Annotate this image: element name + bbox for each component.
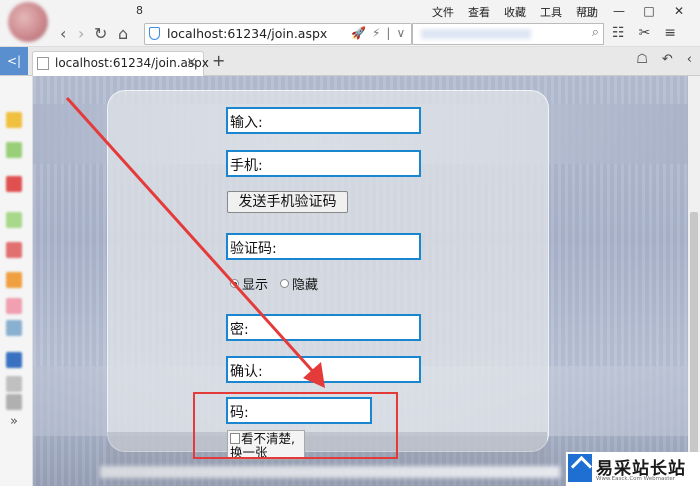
user-avatar[interactable] bbox=[8, 2, 48, 42]
watermark: 易采站长站 Www.Easck.Com Webmaster bbox=[566, 452, 700, 486]
menu-favorites[interactable]: 收藏 bbox=[504, 4, 526, 20]
tab-close-icon[interactable]: × bbox=[186, 55, 197, 70]
new-tab-button[interactable]: + bbox=[212, 51, 225, 70]
maximize-button[interactable]: □ bbox=[634, 2, 664, 20]
toolbar-right: ☷ ✂ ≡ bbox=[612, 25, 676, 41]
tab-bar-tools: ☖ ↶ ‹ bbox=[636, 52, 692, 67]
search-engine-logo bbox=[421, 29, 531, 39]
circle-app-icon[interactable] bbox=[6, 320, 22, 336]
input-field[interactable]: 输入: bbox=[226, 107, 421, 134]
skin-icon[interactable]: □ bbox=[574, 2, 604, 20]
home-icon[interactable]: ⌂ bbox=[118, 24, 128, 44]
window-controls: □ — □ ✕ bbox=[574, 2, 694, 20]
visibility-options: 显示 隐藏 bbox=[230, 274, 318, 293]
page-icon bbox=[37, 57, 49, 70]
password-label: 密: bbox=[230, 322, 249, 338]
leaf-icon[interactable] bbox=[6, 142, 22, 158]
confirm-password-field[interactable]: 确认: bbox=[226, 356, 421, 383]
sidebar-toggle-button[interactable]: <| bbox=[0, 47, 28, 75]
scissors-icon[interactable]: ✂ bbox=[639, 25, 651, 41]
password-field[interactable]: 密: bbox=[226, 314, 421, 341]
page-content: 输入: 手机: 发送手机验证码 验证码: 显示 隐藏 密: 确认: 码: 看不清… bbox=[33, 76, 688, 486]
multi-color-icon[interactable] bbox=[6, 272, 22, 288]
undo-icon[interactable]: ↶ bbox=[662, 52, 673, 67]
watermark-subtext: Www.Easck.Com Webmaster bbox=[596, 476, 676, 482]
nav-bar: ‹ › ↻ ⌂ localhost:61234/join.aspx 🚀 ⚡ | … bbox=[0, 22, 700, 47]
divider: | bbox=[386, 26, 391, 40]
close-button[interactable]: ✕ bbox=[664, 2, 694, 20]
menu-icon[interactable]: ≡ bbox=[664, 25, 676, 41]
phone-field[interactable]: 手机: bbox=[226, 150, 421, 177]
apps-icon[interactable]: ☷ bbox=[612, 25, 625, 41]
chevron-down-icon[interactable]: ∨ bbox=[396, 26, 405, 40]
sms-code-field[interactable]: 验证码: bbox=[226, 233, 421, 260]
show-radio[interactable] bbox=[230, 279, 239, 288]
title-bar: 8 文件 查看 收藏 工具 帮助 □ — □ ✕ bbox=[0, 0, 700, 22]
send-sms-button[interactable]: 发送手机验证码 bbox=[227, 191, 348, 213]
folder-icon[interactable] bbox=[6, 112, 22, 128]
forward-button[interactable]: › bbox=[78, 24, 84, 44]
vertical-scrollbar[interactable] bbox=[688, 76, 700, 486]
search-icon[interactable]: ⌕ bbox=[592, 25, 599, 40]
pink-app-icon[interactable] bbox=[6, 298, 22, 314]
search-input[interactable]: ⌕ bbox=[412, 23, 604, 45]
status-bar-blurred bbox=[100, 466, 560, 478]
sms-code-label: 验证码: bbox=[230, 241, 277, 257]
show-option-label: 显示 bbox=[242, 278, 269, 293]
sidebar-more-icon[interactable]: » bbox=[10, 414, 18, 429]
rocket-icon[interactable]: 🚀 bbox=[351, 26, 366, 40]
red-app-icon-2[interactable] bbox=[6, 242, 22, 258]
menu-view[interactable]: 查看 bbox=[468, 4, 490, 20]
green-app-icon[interactable] bbox=[6, 212, 22, 228]
shield-icon bbox=[149, 27, 160, 40]
hide-radio[interactable] bbox=[280, 279, 290, 288]
tab-join-aspx[interactable]: localhost:61234/join.aspx × bbox=[32, 51, 209, 76]
input-label: 输入: bbox=[230, 115, 263, 131]
hide-option-label: 隐藏 bbox=[292, 278, 319, 293]
minimize-button[interactable]: — bbox=[604, 2, 634, 20]
tab-list-icon[interactable]: ‹ bbox=[687, 52, 692, 67]
url-text[interactable]: localhost:61234/join.aspx bbox=[167, 26, 327, 41]
reload-icon[interactable]: ↻ bbox=[94, 24, 107, 44]
sidebar: » bbox=[0, 76, 33, 486]
phone-label: 手机: bbox=[230, 158, 263, 174]
tab-count: 8 bbox=[136, 4, 143, 17]
menu-file[interactable]: 文件 bbox=[432, 4, 454, 20]
note-icon[interactable] bbox=[6, 376, 22, 392]
back-button[interactable]: ‹ bbox=[60, 24, 66, 44]
watermark-logo bbox=[568, 454, 592, 482]
address-bar[interactable]: localhost:61234/join.aspx 🚀 ⚡ | ∨ bbox=[144, 23, 412, 45]
menu-tools[interactable]: 工具 bbox=[540, 4, 562, 20]
scroll-thumb[interactable] bbox=[690, 212, 698, 482]
url-tools: 🚀 ⚡ | ∨ bbox=[351, 26, 405, 40]
scroll-icon[interactable] bbox=[6, 394, 22, 410]
trash-icon[interactable]: ☖ bbox=[636, 52, 648, 67]
red-app-icon[interactable] bbox=[6, 176, 22, 192]
confirm-label: 确认: bbox=[230, 364, 263, 380]
lightning-icon[interactable]: ⚡ bbox=[372, 26, 380, 40]
tab-bar: <| localhost:61234/join.aspx × + ☖ ↶ ‹ bbox=[0, 47, 700, 76]
captcha-highlight-box bbox=[193, 392, 398, 459]
film-icon[interactable] bbox=[6, 352, 22, 368]
